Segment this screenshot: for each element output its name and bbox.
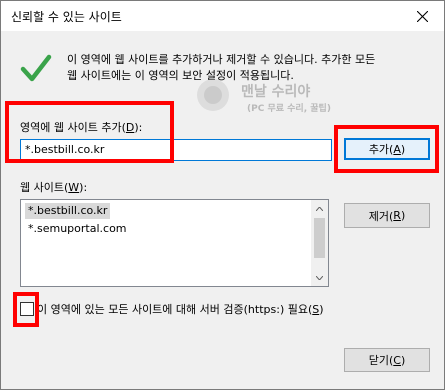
scroll-down-icon[interactable] [311,269,328,286]
dialog-title: 신뢰할 수 있는 사이트 [11,10,122,24]
list-item-bestbill[interactable]: *.bestbill.co.kr [25,203,111,219]
checkmark-icon [20,54,52,82]
websites-label: 웹 사이트(W): [20,181,88,194]
list-scrollbar[interactable] [311,200,328,286]
trusted-sites-dialog: 신뢰할 수 있는 사이트 이 영역에 웹 사이트를 추가하거나 제거할 수 있습… [0,0,445,390]
add-button[interactable]: 추가(A) [344,138,430,160]
watermark: 맨날 수리야 (PC 무료 수리, 꿀팁) [195,71,345,126]
close-button[interactable]: 닫기(C) [344,348,430,372]
info-line-1: 이 영역에 웹 사이트를 추가하거나 제거할 수 있습니다. 추가한 모든 [67,53,376,66]
add-site-input[interactable]: *.bestbill.co.kr [20,139,332,161]
https-checkbox[interactable] [20,302,34,316]
https-label[interactable]: 이 영역에 있는 모든 사이트에 대해 서버 검증(https:) 필요(S) [37,301,324,317]
watermark-logo-icon [197,79,229,111]
scroll-up-icon[interactable] [311,200,328,217]
add-site-label: 영역에 웹 사이트 추가(D): [20,121,143,134]
title-bar: 신뢰할 수 있는 사이트 [1,1,444,31]
remove-button[interactable]: 제거(R) [344,203,430,228]
close-icon [416,10,428,22]
scroll-thumb[interactable] [314,218,325,258]
window-close-button[interactable] [400,1,444,31]
watermark-subtitle: (PC 무료 수리, 꿀팁) [247,104,331,114]
list-item-semuportal[interactable]: *.semuportal.com [25,221,130,237]
watermark-title: 맨날 수리야 [241,84,311,100]
websites-list[interactable]: *.bestbill.co.kr *.semuportal.com [20,199,329,287]
